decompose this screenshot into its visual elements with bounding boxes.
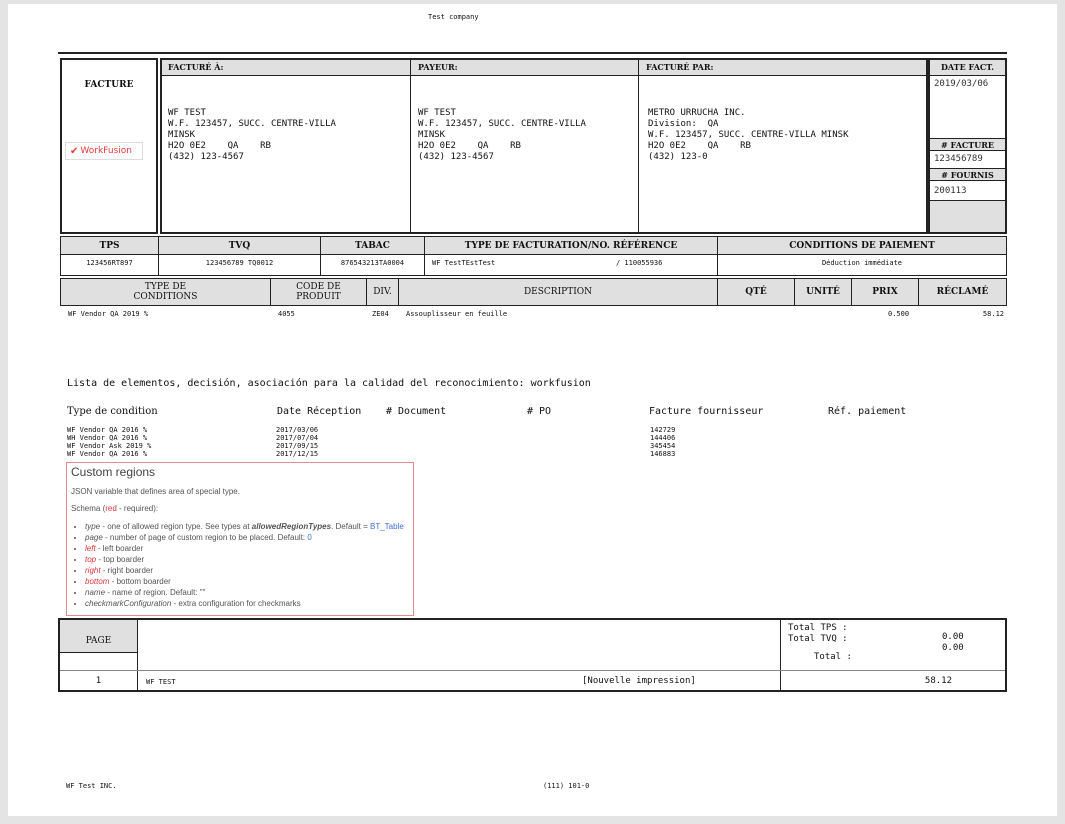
condition-type-header: TYPE DE CONDITIONS (133, 282, 198, 302)
tabac-header: TABAC (355, 241, 390, 251)
billing-type-header: TYPE DE FACTURATION/NO. RÉFÉRENCE (464, 241, 678, 251)
item-claimed: 58.12 (982, 310, 1004, 318)
list-item: left - left boarder (85, 543, 409, 554)
total-label: Total : (814, 652, 852, 662)
unit-header: UNITÉ (806, 287, 840, 297)
payer-header: PAYEUR: (418, 62, 458, 72)
custom-regions-box: Custom regions JSON variable that define… (66, 462, 414, 616)
page-number: 1 (95, 676, 102, 686)
list-item: top - top boarder (85, 554, 409, 565)
invoice-number-label: # FACTURE (941, 140, 994, 150)
payment-terms-value: Déduction immédiate (821, 259, 903, 267)
invoice-page: Test company FACTURE ✔ WorkFusion FACTUR… (8, 4, 1057, 816)
tvq-header: TVQ (228, 241, 251, 251)
list-item: right - right boarder (85, 565, 409, 576)
workfusion-logo-icon: ✔ (70, 145, 79, 157)
bt-table-link[interactable]: BT_Table (370, 522, 404, 531)
supplier-number-value: 200113 (934, 186, 967, 196)
footer-company: WF Test INC. (66, 782, 117, 790)
item-description: Assouplisseur en feuille (406, 310, 508, 318)
billed-by-header: FACTURÉ PAR: (646, 62, 714, 72)
item-type: WF Vendor QA 2019 % (68, 310, 149, 318)
footer-name: WF TEST (146, 678, 176, 686)
cond-date-header: Date Réception (277, 406, 362, 417)
reference-value: / 110055936 (616, 259, 663, 267)
supplier-number-label: # FOURNIS (941, 170, 994, 180)
list-item: checkmarkConfiguration - extra configura… (85, 598, 409, 609)
total-tps-label: Total TPS : (788, 623, 848, 633)
cond-document-header: # Document (386, 406, 447, 417)
description-header: DESCRIPTION (523, 287, 593, 297)
list-item: type - one of allowed region type. See t… (85, 521, 409, 532)
tabac-value: 876543213TA0004 (340, 259, 405, 267)
quantity-header: QTÉ (745, 287, 767, 297)
list-item: bottom - bottom boarder (85, 576, 409, 587)
section-title: Lista de elementos, decisión, asociación… (67, 378, 591, 389)
custom-regions-schema: Schema (red - required): (71, 504, 159, 513)
header-company: Test company (428, 13, 479, 21)
total-value: 58.12 (924, 676, 952, 686)
tvq-value: 123456789 TQ0012 (205, 259, 274, 267)
tps-header: TPS (99, 241, 120, 251)
price-header: PRIX (872, 287, 898, 297)
reprint-label: [Nouvelle impression] (582, 676, 696, 686)
bill-to-header: FACTURÉ À: (168, 62, 224, 72)
invoice-number-value: 123456789 (934, 154, 983, 164)
bill-to-address: WF TEST W.F. 123457, SUCC. CENTRE-VILLA MI… (168, 108, 336, 162)
billing-type-value: WF TestTEstTest (432, 259, 496, 267)
page-label: PAGE (85, 636, 112, 646)
payer-address: WF TEST W.F. 123457, SUCC. CENTRE-VILLA MI… (418, 108, 586, 162)
footer-totals-box (58, 618, 1007, 692)
payment-terms-header: CONDITIONS DE PAIEMENT (789, 241, 935, 251)
billed-by-address: METRO URRUCHA INC. Division: QA W.F. 12345… (648, 108, 849, 162)
tps-value: 123456RT897 (86, 259, 133, 267)
list-item: page - number of page of custom region t… (85, 532, 409, 543)
custom-regions-description: JSON variable that defines area of speci… (71, 487, 240, 496)
invoice-label: FACTURE (84, 80, 134, 90)
product-code-header: CODE DE PRODUIT (296, 282, 341, 302)
workfusion-logo: ✔ WorkFusion (65, 142, 143, 160)
footer-phone: (111) 101-0 (543, 782, 590, 790)
total-tvq-label: Total TVQ : (788, 634, 848, 644)
custom-regions-list: type - one of allowed region type. See t… (71, 521, 409, 609)
cond-po-header: # PO (527, 406, 552, 417)
total-tvq-value: 0.00 (942, 643, 964, 653)
item-division: ZE04 (372, 310, 389, 318)
invoice-date-label: DATE FACT. (940, 62, 995, 72)
list-item: name - name of region. Default: "" (85, 587, 409, 598)
item-price: 0.500 (888, 310, 910, 318)
invoice-logo-block: FACTURE ✔ WorkFusion (60, 58, 158, 234)
division-header: DIV. (373, 287, 392, 297)
claimed-header: RÉCLAMÉ (936, 287, 989, 297)
item-code: 4055 (278, 310, 295, 318)
cond-invoice-header: Facture fournisseur (649, 406, 764, 417)
invoice-date-value: 2019/03/06 (934, 79, 989, 89)
total-tps-value: 0.00 (942, 632, 964, 642)
custom-regions-title: Custom regions (71, 465, 156, 479)
cond-payment-ref-header: Réf. paiement (828, 406, 907, 417)
cond-type-header: Type de condition (67, 406, 158, 417)
